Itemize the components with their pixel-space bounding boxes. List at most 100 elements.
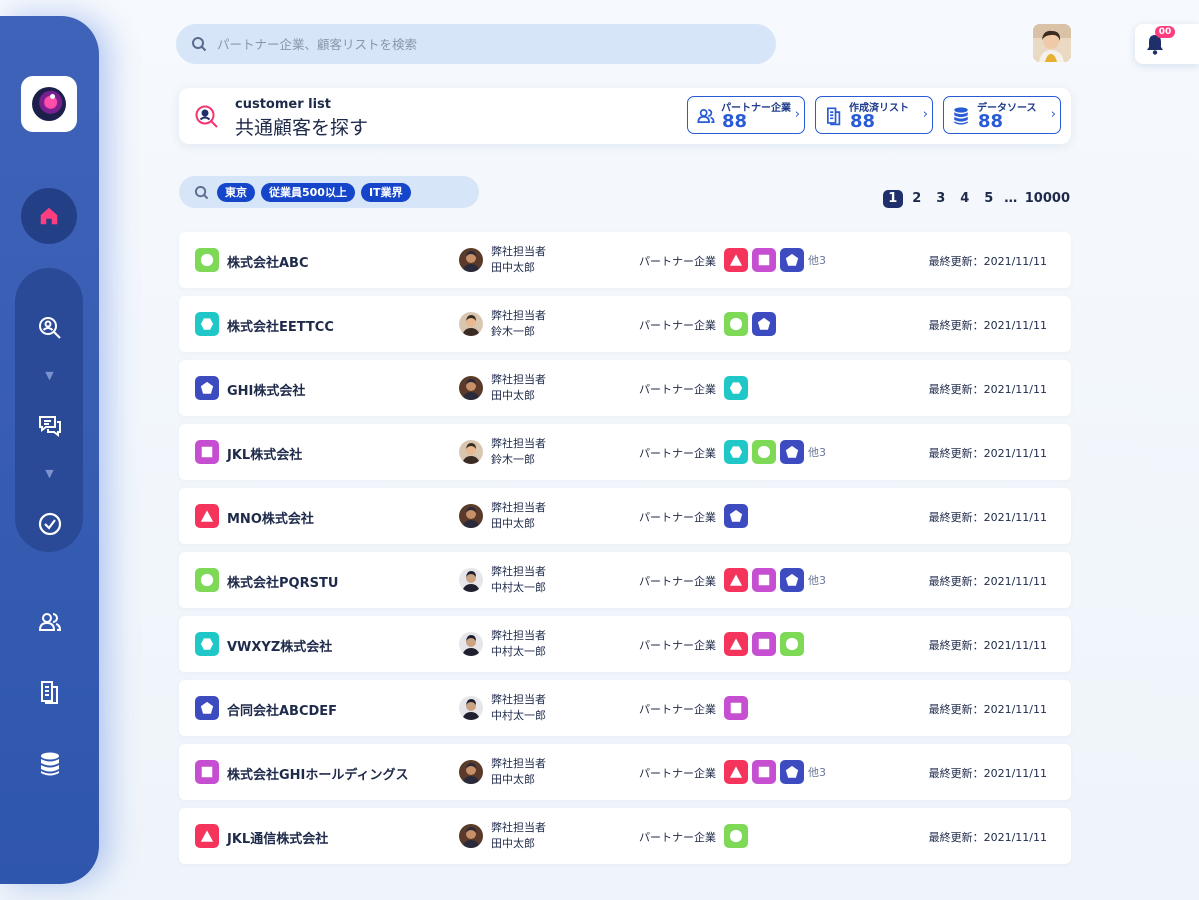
last-updated: 最終更新：2021/11/11 — [928, 575, 1047, 588]
rep-info: 弊社担当者 中村太一郎 — [491, 628, 546, 660]
rep-photo-icon — [459, 248, 483, 272]
pentagon-logo-icon[interactable] — [780, 760, 804, 784]
page-link[interactable]: 2 — [907, 190, 927, 208]
search-icon — [192, 37, 207, 52]
pentagon-logo-icon[interactable] — [780, 248, 804, 272]
last-updated: 最終更新：2021/11/11 — [928, 511, 1047, 524]
triangle-logo-icon[interactable] — [724, 632, 748, 656]
company-name[interactable]: GHI株式会社 — [227, 380, 305, 399]
rep-title: 弊社担当者 — [491, 501, 546, 514]
stat-lists-button[interactable]: 作成済リスト 88 › — [815, 96, 933, 134]
customer-row[interactable]: JKL株式会社 弊社担当者 鈴木一郎 パートナー企業 他3 最終更新：2021/11/11 — [179, 424, 1071, 480]
square-logo-icon[interactable] — [752, 760, 776, 784]
chat-bubbles-icon — [38, 416, 61, 437]
square-logo-icon[interactable] — [752, 568, 776, 592]
company-name[interactable]: 株式会社ABC — [227, 252, 309, 271]
search-input[interactable] — [215, 35, 759, 53]
last-updated: 最終更新：2021/11/11 — [928, 767, 1047, 780]
rep-info: 弊社担当者 中村太一郎 — [491, 564, 546, 596]
nav-complete[interactable] — [0, 504, 99, 544]
company-name[interactable]: 株式会社EETTCC — [227, 316, 334, 335]
customer-row[interactable]: VWXYZ株式会社 弊社担当者 中村太一郎 パートナー企業 最終更新：2021/11/1… — [179, 616, 1071, 672]
partner-logos — [724, 504, 748, 528]
stat-partners-button[interactable]: パートナー企業 88 › — [687, 96, 805, 134]
circle-logo-icon[interactable] — [752, 440, 776, 464]
square-logo-icon[interactable] — [752, 248, 776, 272]
nav-home[interactable] — [21, 188, 77, 244]
triangle-logo-icon[interactable] — [724, 568, 748, 592]
rep-name: 中村太一郎 — [491, 581, 546, 594]
users-icon — [697, 109, 715, 123]
nav-partners[interactable] — [0, 602, 99, 642]
pentagon-logo-icon[interactable] — [752, 312, 776, 336]
triangle-logo-icon[interactable] — [724, 760, 748, 784]
rep-name: 鈴木一郎 — [491, 325, 535, 338]
company-logo-icon — [195, 504, 219, 528]
pentagon-logo-icon[interactable] — [780, 568, 804, 592]
notifications-button[interactable]: 00 — [1135, 24, 1199, 64]
page-link[interactable]: 5 — [979, 190, 999, 208]
company-name[interactable]: JKL株式会社 — [227, 444, 302, 463]
customer-row[interactable]: 合同会社ABCDEF 弊社担当者 中村太一郎 パートナー企業 最終更新：2021/11/… — [179, 680, 1071, 736]
customer-row[interactable]: 株式会社ABC 弊社担当者 田中太郎 パートナー企業 他3 最終更新：2021/11/11 — [179, 232, 1071, 288]
stat-value: 88 — [978, 111, 1004, 132]
stat-datasources-button[interactable]: データソース 88 › — [943, 96, 1061, 134]
nav-messages[interactable] — [0, 406, 99, 446]
more-partners-count[interactable]: 他3 — [808, 252, 826, 268]
nav-search-customer[interactable] — [0, 308, 99, 348]
page-link[interactable]: 4 — [955, 190, 975, 208]
nav-lists[interactable] — [0, 672, 99, 712]
rep-photo-icon — [459, 568, 483, 592]
hexagon-logo-icon[interactable] — [724, 440, 748, 464]
hexagon-logo-icon[interactable] — [724, 376, 748, 400]
customer-row[interactable]: 株式会社EETTCC 弊社担当者 鈴木一郎 パートナー企業 最終更新：2021/11/1… — [179, 296, 1071, 352]
company-name[interactable]: VWXYZ株式会社 — [227, 636, 332, 655]
customer-row[interactable]: MNO株式会社 弊社担当者 田中太郎 パートナー企業 最終更新：2021/11/11 — [179, 488, 1071, 544]
customer-row[interactable]: JKL通信株式会社 弊社担当者 田中太郎 パートナー企業 最終更新：2021/11/11 — [179, 808, 1071, 864]
pentagon-logo-icon[interactable] — [780, 440, 804, 464]
company-name[interactable]: JKL通信株式会社 — [227, 828, 328, 847]
person-search-icon — [38, 317, 61, 339]
stat-value: 88 — [722, 111, 748, 132]
more-partners-count[interactable]: 他3 — [808, 444, 826, 460]
filter-chip[interactable]: 東京 — [217, 182, 255, 202]
square-logo-icon[interactable] — [724, 696, 748, 720]
filter-chip[interactable]: IT業界 — [360, 182, 411, 202]
page-ellipsis: … — [1004, 191, 1018, 206]
square-logo-icon[interactable] — [752, 632, 776, 656]
circle-logo-icon[interactable] — [724, 824, 748, 848]
rep-title: 弊社担当者 — [491, 629, 546, 642]
global-search[interactable] — [176, 24, 776, 64]
app-logo[interactable] — [21, 76, 77, 132]
page-link[interactable]: 3 — [931, 190, 951, 208]
company-name[interactable]: 株式会社PQRSTU — [227, 572, 338, 591]
company-logo-icon — [195, 568, 219, 592]
pentagon-logo-icon[interactable] — [724, 504, 748, 528]
circle-logo-icon[interactable] — [780, 632, 804, 656]
company-name[interactable]: 株式会社GHIホールディングス — [227, 764, 408, 783]
user-avatar[interactable] — [1033, 24, 1071, 62]
circle-logo-icon[interactable] — [724, 312, 748, 336]
page-link-last[interactable]: 10000 — [1023, 190, 1070, 208]
stat-value: 88 — [850, 111, 876, 132]
more-partners-count[interactable]: 他3 — [808, 572, 826, 588]
rep-name: 田中太郎 — [491, 773, 535, 786]
filter-bar[interactable]: 東京 従業員500以上 IT業界 — [179, 176, 479, 208]
partner-logos — [724, 376, 748, 400]
rep-info: 弊社担当者 田中太郎 — [491, 372, 546, 404]
customer-row[interactable]: 株式会社GHIホールディングス 弊社担当者 田中太郎 パートナー企業 他3 最終更新：20… — [179, 744, 1071, 800]
rep-avatar — [459, 504, 483, 528]
page-link-current[interactable]: 1 — [882, 190, 903, 208]
partner-label: パートナー企業 — [639, 255, 716, 268]
company-name[interactable]: MNO株式会社 — [227, 508, 314, 527]
company-name[interactable]: 合同会社ABCDEF — [227, 700, 337, 719]
more-partners-count[interactable]: 他3 — [808, 764, 826, 780]
nav-datasources[interactable] — [0, 744, 99, 784]
company-logo-icon — [195, 760, 219, 784]
triangle-logo-icon[interactable] — [724, 248, 748, 272]
chevron-right-icon: › — [794, 107, 800, 122]
customer-row[interactable]: GHI株式会社 弊社担当者 田中太郎 パートナー企業 最終更新：2021/11/11 — [179, 360, 1071, 416]
customer-row[interactable]: 株式会社PQRSTU 弊社担当者 中村太一郎 パートナー企業 他3 最終更新：2021/1… — [179, 552, 1071, 608]
rep-title: 弊社担当者 — [491, 757, 546, 770]
filter-chip[interactable]: 従業員500以上 — [261, 182, 355, 202]
